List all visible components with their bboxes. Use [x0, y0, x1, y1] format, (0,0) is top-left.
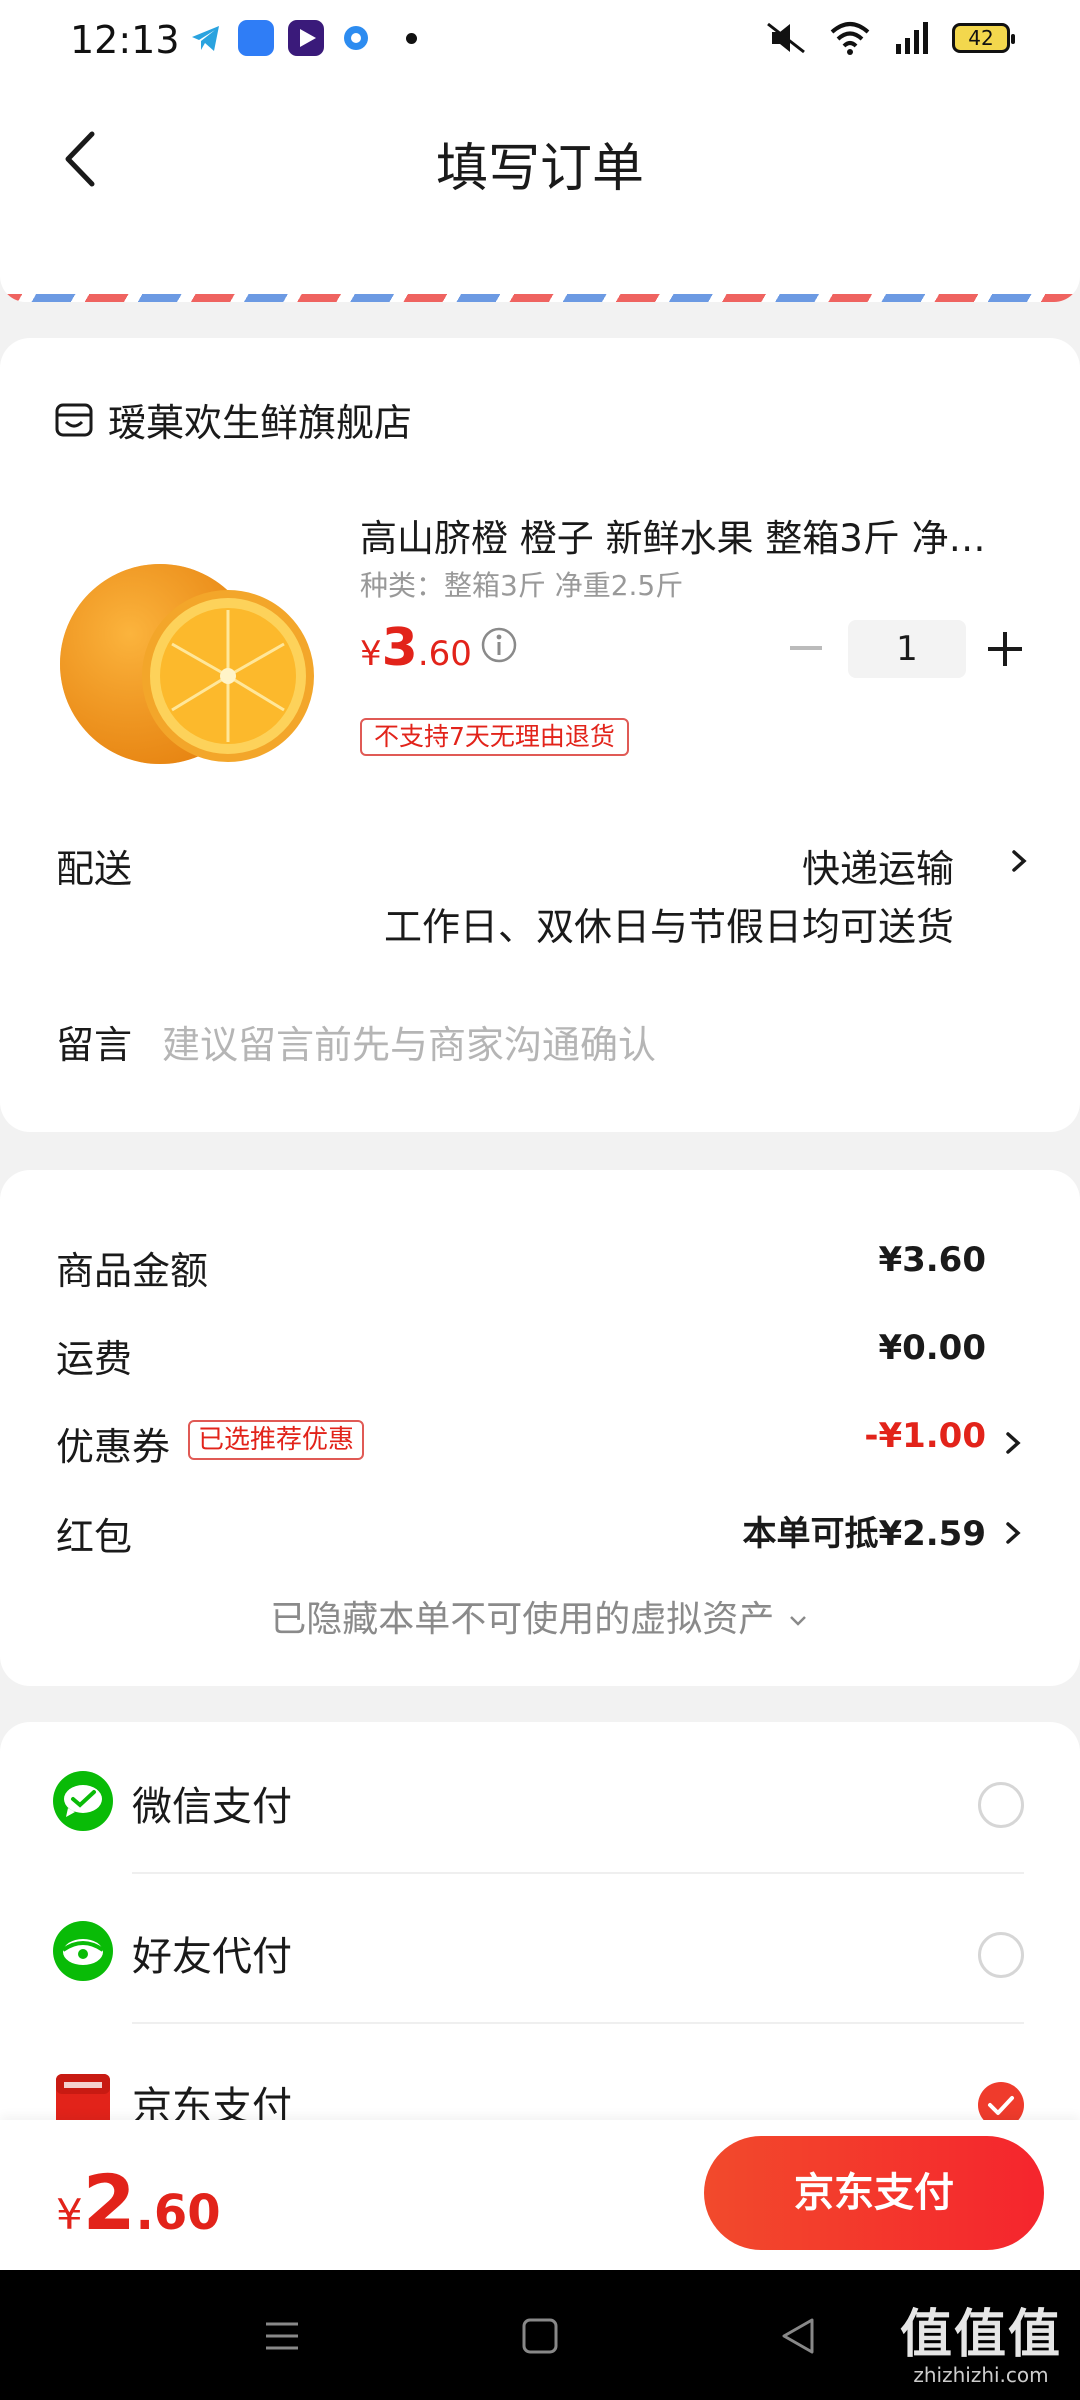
product-image[interactable]: [50, 514, 320, 784]
hidden-assets-toggle[interactable]: 已隐藏本单不可使用的虚拟资产: [0, 1590, 1080, 1642]
store-icon: [55, 403, 93, 436]
shipping-fee-value: ¥0.00: [878, 1328, 986, 1368]
watermark-main: 值值值: [899, 2305, 1062, 2365]
telegram-icon: [188, 20, 224, 56]
payment-option-wechat[interactable]: 微信支付: [0, 1722, 1080, 1872]
status-bar: 12:13 42: [0, 0, 1080, 80]
delivery-label: 配送: [56, 847, 133, 891]
shop-header[interactable]: 瑷菓欢生鲜旗舰店: [54, 392, 412, 447]
coupon-label: 优惠券: [56, 1425, 171, 1469]
shop-card: 瑷菓欢生鲜旗舰店 高山脐橙 橙子 新鲜水果 整箱3斤 净重2.5斤 种类：整箱3…: [0, 338, 1080, 1132]
redpacket-value: 本单可抵¥2.59: [742, 1514, 986, 1554]
home-icon[interactable]: [510, 2308, 570, 2364]
coupon-value: -¥1.00: [864, 1416, 986, 1456]
wechat-pay-icon: [53, 1771, 113, 1831]
total-integer: 2: [82, 2158, 136, 2247]
delivery-chevron-icon[interactable]: [1008, 846, 1030, 876]
wechat-pay-radio[interactable]: [978, 1782, 1024, 1828]
shipping-fee-label: 运费: [56, 1337, 133, 1381]
product-title[interactable]: 高山脐橙 橙子 新鲜水果 整箱3斤 净重2.5斤: [360, 508, 1010, 562]
back-nav-icon[interactable]: [768, 2308, 828, 2364]
total-currency: ¥: [56, 2190, 83, 2239]
pay-button[interactable]: 京东支付: [704, 2136, 1044, 2250]
status-app-icons: [188, 20, 417, 56]
goods-amount-label: 商品金额: [56, 1249, 209, 1293]
signal-icon: [896, 22, 928, 54]
payment-option-friend[interactable]: 好友代付: [0, 1872, 1080, 2022]
menu-icon[interactable]: [252, 2308, 312, 2364]
hidden-assets-text: 已隐藏本单不可使用的虚拟资产: [270, 1599, 775, 1640]
video-app-icon: [288, 20, 324, 56]
status-time: 12:13: [70, 18, 180, 62]
goods-amount-row: 商品金额 ¥3.60: [56, 1240, 1024, 1300]
increase-quantity-button[interactable]: [988, 632, 1022, 666]
message-input[interactable]: 建议留言前先与商家沟通确认: [162, 1014, 656, 1069]
no-return-tag: 不支持7天无理由退货: [360, 718, 629, 756]
info-icon[interactable]: [480, 626, 518, 664]
price-decimal: .60: [417, 634, 472, 674]
total-decimal: .60: [135, 2185, 221, 2241]
quantity-field[interactable]: 1: [848, 620, 966, 678]
page-title: 填写订单: [435, 139, 644, 199]
delivery-note: 工作日、双休日与节假日均可送货: [383, 905, 954, 949]
price-integer: 3: [381, 618, 418, 678]
shipping-fee-row: 运费 ¥0.00: [56, 1328, 1024, 1388]
wechat-pay-label: 微信支付: [132, 1784, 292, 1830]
friend-pay-icon: [53, 1921, 113, 1981]
redpacket-label: 红包: [56, 1515, 133, 1559]
watermark: 值值值 zhizhizhi.com: [900, 2292, 1062, 2387]
coupon-row[interactable]: 优惠券 已选推荐优惠 -¥1.00: [56, 1416, 1024, 1476]
wifi-icon: [830, 22, 870, 55]
watermark-sub: zhizhizhi.com: [913, 2363, 1049, 2387]
decrease-quantity-button[interactable]: [790, 646, 822, 650]
coupon-chevron-icon: [1006, 1432, 1021, 1454]
message-label: 留言: [56, 1023, 133, 1067]
cloud-app-icon: [238, 20, 274, 56]
product-spec[interactable]: 种类：整箱3斤 净重2.5斤: [360, 564, 683, 604]
status-indicators: 42: [764, 20, 1015, 56]
circle-app-icon: [338, 20, 374, 56]
notification-dot-icon: [406, 32, 417, 44]
total-price: ¥ 2 .60: [56, 2158, 221, 2247]
shop-name: 瑷菓欢生鲜旗舰店: [108, 401, 413, 445]
delivery-method[interactable]: 快递运输: [802, 838, 954, 893]
checkout-bar: ¥ 2 .60 京东支付: [0, 2120, 1080, 2270]
goods-amount-value: ¥3.60: [878, 1240, 986, 1280]
price-currency: ¥: [360, 634, 382, 674]
redpacket-chevron-icon: [1006, 1522, 1021, 1544]
chevron-down-icon: [789, 1616, 806, 1626]
product-price: ¥ 3 .60: [360, 618, 472, 678]
battery-icon: 42: [952, 23, 1015, 53]
coupon-tag: 已选推荐优惠: [188, 1420, 365, 1460]
friend-pay-label: 好友代付: [132, 1934, 292, 1980]
redpacket-row[interactable]: 红包 本单可抵¥2.59: [56, 1506, 1024, 1566]
friend-pay-radio[interactable]: [978, 1932, 1024, 1978]
mute-icon: [767, 22, 805, 54]
header: 填写订单: [0, 80, 1080, 230]
address-card[interactable]: [0, 230, 1080, 302]
system-nav-bar: 值值值 zhizhizhi.com: [0, 2270, 1080, 2400]
airmail-border: [0, 294, 1080, 302]
